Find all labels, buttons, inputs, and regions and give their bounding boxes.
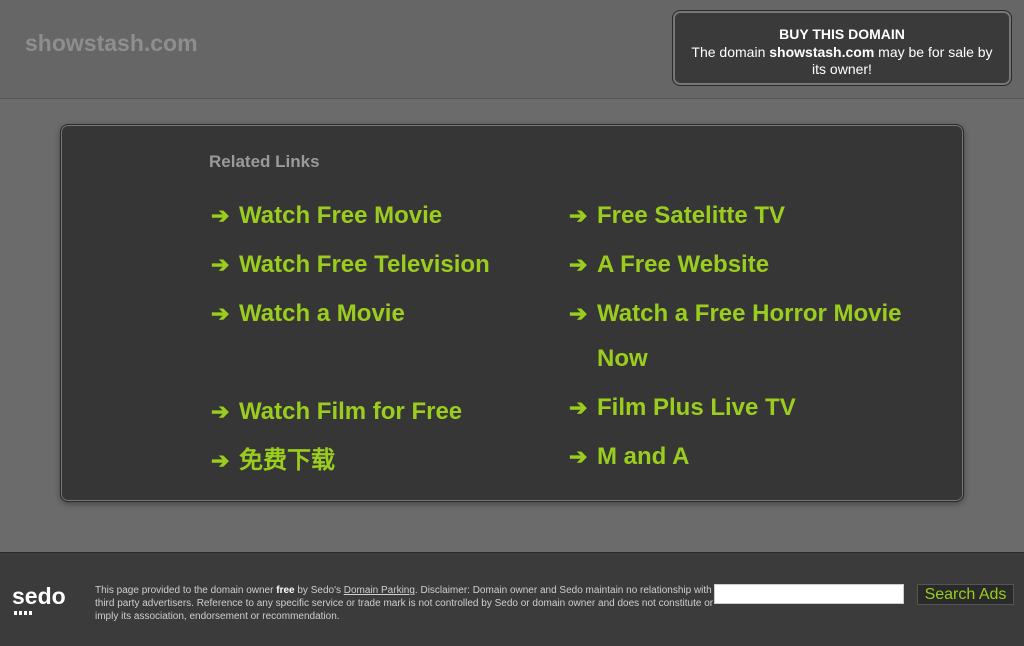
disclaimer-text: This page provided to the domain owner bbox=[95, 585, 277, 596]
header: showstash.com BUY THIS DOMAIN The domain… bbox=[0, 0, 1024, 99]
buy-domain-box[interactable]: BUY THIS DOMAIN The domain showstash.com… bbox=[672, 10, 1012, 86]
related-link-label[interactable]: Watch Free Television bbox=[239, 242, 551, 287]
related-link[interactable]: ➔ Watch a Movie bbox=[211, 291, 551, 336]
related-link-label[interactable]: A Free Website bbox=[597, 242, 929, 287]
related-link-label[interactable]: Free Satelitte TV bbox=[597, 193, 929, 238]
related-link-label[interactable]: Film Plus Live TV bbox=[597, 385, 929, 430]
buy-text-prefix: The domain bbox=[691, 44, 770, 60]
related-link[interactable]: ➔ Watch Free Television bbox=[211, 242, 551, 287]
disclaimer-free: free bbox=[276, 585, 295, 596]
related-link[interactable]: ➔ A Free Website bbox=[569, 242, 929, 287]
related-link-label[interactable]: Watch a Free Horror Movie Now bbox=[597, 291, 929, 381]
related-link[interactable]: ➔ 免费下载 bbox=[211, 438, 551, 483]
related-links-title: Related Links bbox=[209, 152, 320, 171]
arrow-right-icon: ➔ bbox=[211, 399, 230, 424]
related-links-left-column: ➔ Watch Free Movie ➔ Watch Free Televisi… bbox=[211, 193, 551, 487]
related-link-label[interactable]: Watch Free Movie bbox=[239, 193, 551, 238]
arrow-right-icon: ➔ bbox=[569, 252, 588, 277]
buy-domain-text: The domain showstash.com may be for sale… bbox=[673, 42, 1011, 78]
arrow-right-icon: ➔ bbox=[211, 203, 230, 228]
footer-disclaimer: This page provided to the domain owner f… bbox=[95, 584, 715, 623]
arrow-right-icon: ➔ bbox=[569, 203, 588, 228]
arrow-right-icon: ➔ bbox=[211, 448, 230, 473]
related-link-label[interactable]: Watch a Movie bbox=[239, 291, 551, 336]
search-ads-input[interactable] bbox=[714, 584, 904, 604]
buy-domain-title[interactable]: BUY THIS DOMAIN bbox=[673, 26, 1011, 42]
disclaimer-text: by Sedo's bbox=[294, 585, 344, 596]
domain-parking-link[interactable]: Domain Parking bbox=[344, 585, 415, 596]
related-link[interactable]: ➔ Watch a Free Horror Movie Now bbox=[569, 291, 929, 381]
related-link[interactable]: ➔ Watch Free Movie bbox=[211, 193, 551, 238]
arrow-right-icon: ➔ bbox=[211, 252, 230, 277]
related-link[interactable]: ➔ Film Plus Live TV bbox=[569, 385, 929, 430]
sedo-logo[interactable]: sedo bbox=[12, 583, 66, 610]
related-link[interactable]: ➔ Free Satelitte TV bbox=[569, 193, 929, 238]
search-ads-button[interactable]: Search Ads bbox=[917, 584, 1014, 605]
sedo-logo-text: sedo bbox=[12, 583, 66, 609]
arrow-right-icon: ➔ bbox=[211, 301, 230, 326]
footer: sedo This page provided to the domain ow… bbox=[0, 552, 1024, 646]
row-spacer bbox=[211, 340, 551, 385]
domain-title: showstash.com bbox=[25, 30, 198, 56]
related-links-panel: Related Links ➔ Watch Free Movie ➔ Watch… bbox=[60, 124, 964, 502]
related-link-label[interactable]: Watch Film for Free bbox=[239, 389, 551, 434]
related-link[interactable]: ➔ M and A bbox=[569, 434, 929, 479]
related-link[interactable]: ➔ Watch Film for Free bbox=[211, 389, 551, 434]
arrow-right-icon: ➔ bbox=[569, 395, 588, 420]
arrow-right-icon: ➔ bbox=[569, 301, 588, 326]
related-link-label[interactable]: M and A bbox=[597, 434, 929, 479]
sedo-logo-dots-icon bbox=[14, 611, 32, 615]
related-links-right-column: ➔ Free Satelitte TV ➔ A Free Website ➔ W… bbox=[569, 193, 929, 483]
related-link-label[interactable]: 免费下载 bbox=[239, 438, 551, 483]
arrow-right-icon: ➔ bbox=[569, 444, 588, 469]
buy-text-domain: showstash.com bbox=[769, 44, 875, 60]
